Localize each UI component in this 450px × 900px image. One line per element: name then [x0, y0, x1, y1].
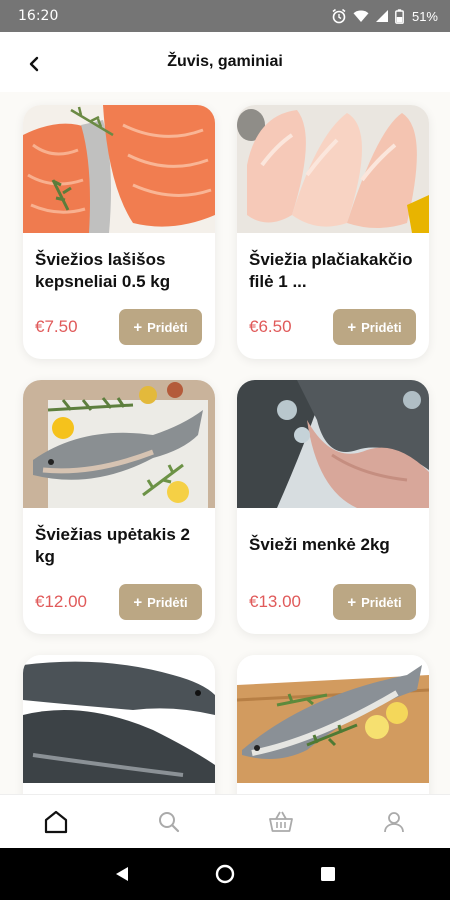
product-price: €12.00	[35, 592, 87, 611]
alarm-icon	[331, 8, 347, 24]
system-back-button[interactable]	[102, 854, 142, 894]
add-button-label: Pridėti	[147, 594, 188, 610]
nav-profile[interactable]	[338, 795, 450, 848]
system-home-button[interactable]	[205, 854, 245, 894]
cod-image	[237, 380, 429, 508]
square-recents-icon	[321, 867, 336, 881]
page-title: Žuvis, gaminiai	[167, 53, 283, 70]
add-to-cart-button[interactable]: + Pridėti	[119, 309, 202, 345]
signal-icon	[375, 9, 389, 23]
zander-image	[237, 655, 429, 783]
plus-icon: +	[347, 318, 357, 336]
add-to-cart-button[interactable]: + Pridėti	[119, 584, 202, 620]
plus-icon: +	[133, 318, 143, 336]
circle-home-icon	[215, 864, 235, 884]
profile-icon	[383, 811, 404, 832]
add-to-cart-button[interactable]: + Pridėti	[333, 309, 416, 345]
home-icon	[45, 810, 68, 833]
product-price: €13.00	[249, 592, 301, 611]
product-name: Švieži menkė 2kg	[249, 535, 390, 554]
triangle-back-icon	[115, 867, 128, 881]
chevron-left-icon	[29, 56, 39, 72]
status-time: 16:20	[18, 8, 59, 24]
trout-image	[23, 380, 215, 508]
fish-fillet-image	[237, 105, 429, 233]
product-card[interactable]: Šviežios lašišos kepsneliai 0.5 kg €7.50…	[23, 105, 215, 359]
nav-home[interactable]	[0, 795, 113, 848]
battery-percent: 51%	[411, 8, 438, 24]
plus-icon: +	[347, 593, 357, 611]
product-name: Šviežia plačiakakčio filė 1 ...	[249, 250, 413, 291]
nav-search[interactable]	[113, 795, 226, 848]
salmon-steaks-image	[23, 105, 215, 233]
add-to-cart-button[interactable]: + Pridėti	[333, 584, 416, 620]
nav-basket[interactable]	[225, 795, 338, 848]
bottom-nav	[0, 794, 450, 848]
add-button-label: Pridėti	[361, 594, 402, 610]
plus-icon: +	[133, 593, 143, 611]
wifi-icon	[353, 9, 369, 23]
product-name: Šviežios lašišos kepsneliai 0.5 kg	[35, 250, 171, 291]
system-recents-button[interactable]	[308, 854, 348, 894]
catfish-image	[23, 655, 215, 783]
product-price: €6.50	[249, 317, 292, 336]
product-price: €7.50	[35, 317, 78, 336]
basket-icon	[269, 811, 294, 832]
top-bar: Žuvis, gaminiai	[0, 32, 450, 92]
status-bar: 16:20 51%	[0, 0, 450, 32]
back-button[interactable]	[20, 50, 48, 78]
add-button-label: Pridėti	[147, 319, 188, 335]
product-card[interactable]: Švieži menkė 2kg €13.00 + Pridėti	[237, 380, 429, 634]
product-list[interactable]: Šviežios lašišos kepsneliai 0.5 kg €7.50…	[0, 92, 450, 794]
search-icon	[158, 811, 179, 832]
system-nav-bar	[0, 848, 450, 900]
product-card[interactable]	[23, 655, 215, 794]
status-icons: 51%	[331, 8, 438, 24]
product-card[interactable]: Šviežias upėtakis 2 kg €12.00 + Pridėti	[23, 380, 215, 634]
add-button-label: Pridėti	[361, 319, 402, 335]
product-name: Šviežias upėtakis 2 kg	[35, 525, 190, 566]
product-card[interactable]	[237, 655, 429, 794]
product-card[interactable]: Šviežia plačiakakčio filė 1 ... €6.50 + …	[237, 105, 429, 359]
battery-icon	[395, 8, 404, 24]
